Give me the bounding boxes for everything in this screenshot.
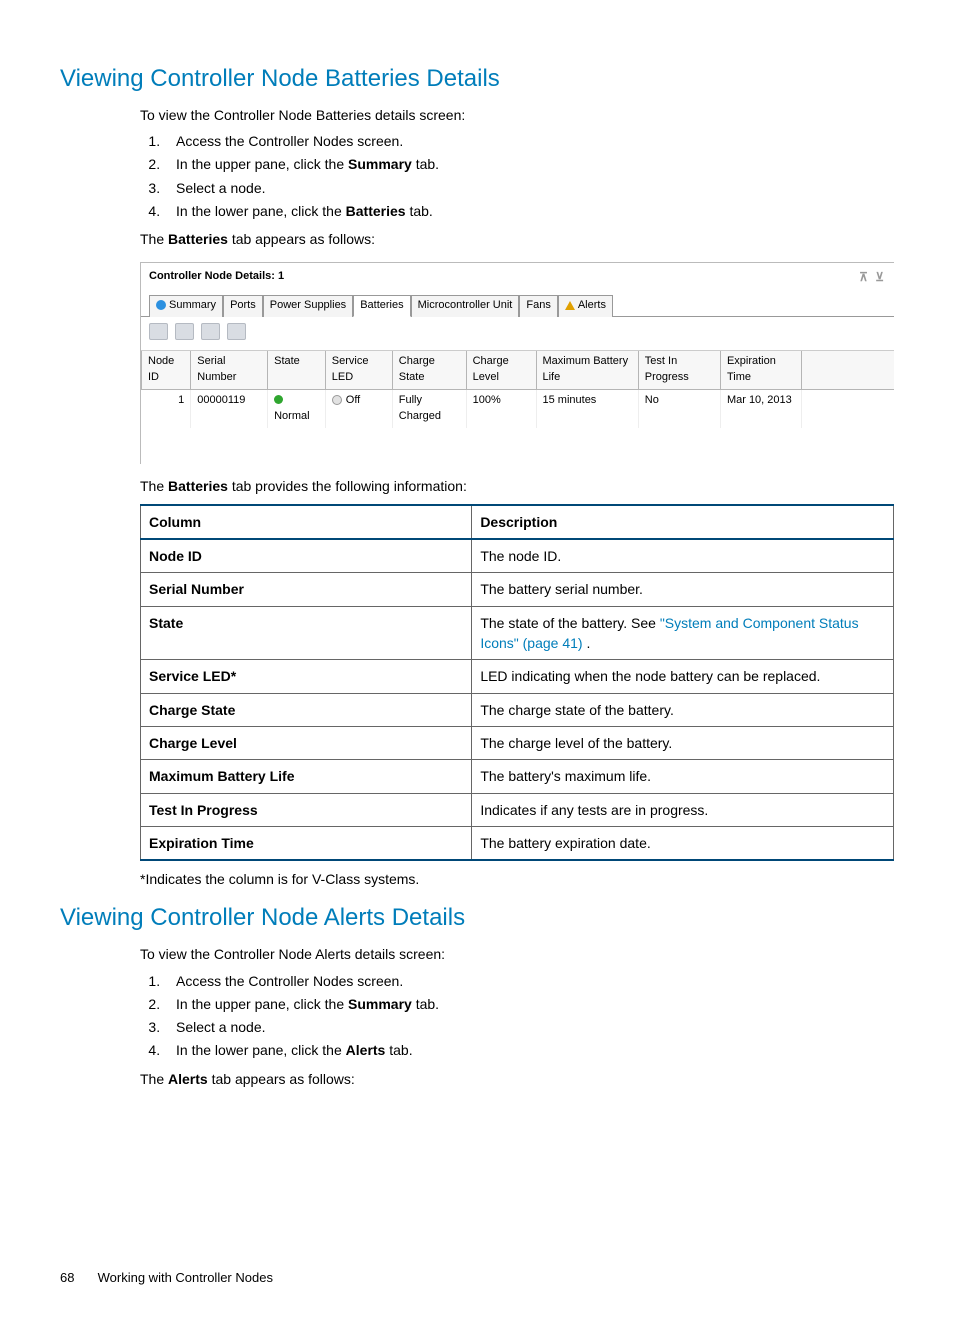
cell: 100% — [466, 389, 536, 427]
step: Select a node. — [164, 178, 894, 198]
def-col: Charge Level — [141, 726, 472, 759]
screenshot-panel: Controller Node Details: 1 ⊼ ⊻ Summary P… — [140, 262, 894, 464]
def-desc: LED indicating when the node battery can… — [472, 660, 894, 693]
col-service-led[interactable]: Service LED — [325, 351, 392, 389]
def-col: Maximum Battery Life — [141, 760, 472, 793]
collapse-up-icon[interactable]: ⊼ — [859, 270, 870, 284]
steps-list-1: Access the Controller Nodes screen. In t… — [140, 131, 894, 221]
def-desc: The battery serial number. — [472, 573, 894, 606]
def-desc: The node ID. — [472, 539, 894, 573]
def-col: Test In Progress — [141, 793, 472, 826]
step: Select a node. — [164, 1017, 894, 1037]
col-state[interactable]: State — [268, 351, 326, 389]
cell: 15 minutes — [536, 389, 638, 427]
step: In the lower pane, click the Batteries t… — [164, 201, 894, 221]
col-charge-state[interactable]: Charge State — [392, 351, 466, 389]
page-number: 68 — [60, 1269, 94, 1288]
def-header: Column — [141, 505, 472, 539]
page-footer: 68 Working with Controller Nodes — [60, 1269, 894, 1288]
step: In the upper pane, click the Summary tab… — [164, 994, 894, 1014]
intro-2: To view the Controller Node Alerts detai… — [140, 944, 894, 964]
status-dot-green-icon — [274, 395, 283, 404]
def-desc: The charge level of the battery. — [472, 726, 894, 759]
footnote: *Indicates the column is for V-Class sys… — [140, 869, 894, 889]
tab-batteries[interactable]: Batteries — [353, 295, 410, 317]
table-row[interactable]: 1 00000119 Normal Off Fully Charged 100%… — [142, 389, 895, 427]
status-dot-off-icon — [332, 395, 342, 405]
def-intro: The Batteries tab provides the following… — [140, 476, 894, 496]
toolbar-icon[interactable] — [175, 323, 194, 340]
col-max-life[interactable]: Maximum Battery Life — [536, 351, 638, 389]
step: In the upper pane, click the Summary tab… — [164, 154, 894, 174]
after-steps-2: The Alerts tab appears as follows: — [140, 1069, 894, 1089]
cell: Mar 10, 2013 — [720, 389, 801, 427]
tab-mcu[interactable]: Microcontroller Unit — [411, 295, 520, 317]
tab-fans[interactable]: Fans — [519, 295, 557, 317]
def-col: Expiration Time — [141, 826, 472, 860]
def-col: Node ID — [141, 539, 472, 573]
tab-power[interactable]: Power Supplies — [263, 295, 353, 317]
toolbar-icon[interactable] — [201, 323, 220, 340]
heading-batteries: Viewing Controller Node Batteries Detail… — [60, 62, 894, 97]
step: Access the Controller Nodes screen. — [164, 131, 894, 151]
toolbar — [141, 316, 894, 351]
steps-list-2: Access the Controller Nodes screen. In t… — [140, 971, 894, 1061]
step: Access the Controller Nodes screen. — [164, 971, 894, 991]
after-steps-1: The Batteries tab appears as follows: — [140, 229, 894, 249]
cell: 1 — [142, 389, 191, 427]
def-col: Serial Number — [141, 573, 472, 606]
def-desc: Indicates if any tests are in progress. — [472, 793, 894, 826]
def-header: Description — [472, 505, 894, 539]
panel-title: Controller Node Details: 1 — [149, 269, 284, 286]
def-col: Charge State — [141, 693, 472, 726]
def-desc: The battery expiration date. — [472, 826, 894, 860]
tab-summary[interactable]: Summary — [149, 295, 223, 317]
heading-alerts: Viewing Controller Node Alerts Details — [60, 901, 894, 936]
cell: 00000119 — [191, 389, 268, 427]
info-icon — [156, 300, 166, 310]
cell: Normal — [268, 389, 326, 427]
def-desc: The battery's maximum life. — [472, 760, 894, 793]
col-charge-level[interactable]: Charge Level — [466, 351, 536, 389]
collapse-down-icon[interactable]: ⊻ — [875, 270, 886, 284]
def-col: State — [141, 606, 472, 660]
toolbar-icon[interactable] — [227, 323, 246, 340]
col-serial[interactable]: Serial Number — [191, 351, 268, 389]
chapter-title: Working with Controller Nodes — [98, 1270, 273, 1285]
batteries-grid: Node ID Serial Number State Service LED … — [141, 351, 894, 428]
tab-ports[interactable]: Ports — [223, 295, 263, 317]
col-exp[interactable]: Expiration Time — [720, 351, 801, 389]
col-test[interactable]: Test In Progress — [638, 351, 720, 389]
step: In the lower pane, click the Alerts tab. — [164, 1040, 894, 1060]
col-node-id[interactable]: Node ID — [142, 351, 191, 389]
table-header-row: Node ID Serial Number State Service LED … — [142, 351, 895, 389]
cell: Off — [325, 389, 392, 427]
tab-alerts[interactable]: Alerts — [558, 295, 613, 317]
definition-table: ColumnDescription Node IDThe node ID. Se… — [140, 504, 894, 861]
cell: Fully Charged — [392, 389, 466, 427]
def-col: Service LED* — [141, 660, 472, 693]
intro-1: To view the Controller Node Batteries de… — [140, 105, 894, 125]
cell: No — [638, 389, 720, 427]
def-desc: The charge state of the battery. — [472, 693, 894, 726]
toolbar-icon[interactable] — [149, 323, 168, 340]
def-desc: The state of the battery. See "System an… — [472, 606, 894, 660]
alert-icon — [565, 300, 575, 310]
